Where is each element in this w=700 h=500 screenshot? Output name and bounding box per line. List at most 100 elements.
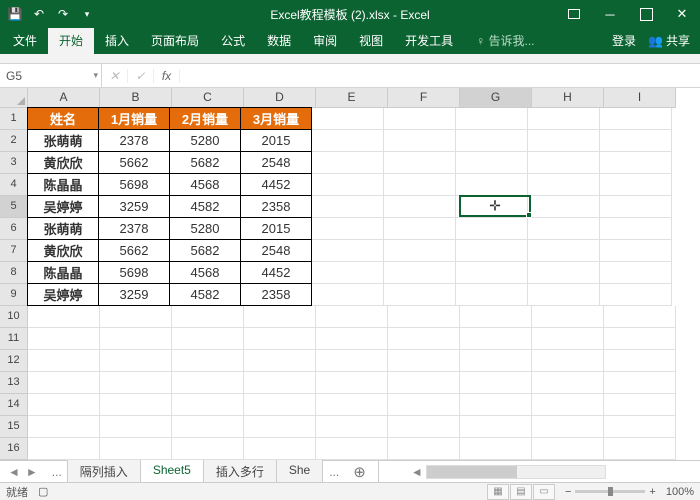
tab-视图[interactable]: 视图: [348, 27, 394, 54]
cell-E1[interactable]: [312, 108, 384, 130]
cell-C14[interactable]: [172, 394, 244, 416]
cell-G1[interactable]: [456, 108, 528, 130]
cell-C16[interactable]: [172, 438, 244, 460]
column-header-E[interactable]: E: [316, 88, 388, 108]
column-header-G[interactable]: G: [460, 88, 532, 108]
tab-公式[interactable]: 公式: [210, 27, 256, 54]
cell-H15[interactable]: [532, 416, 604, 438]
sheet-tab-插入多行[interactable]: 插入多行: [203, 460, 277, 484]
cells-area[interactable]: 姓名1月销量2月销量3月销量张萌萌237852802015黄欣欣56625682…: [28, 108, 676, 468]
cell-E4[interactable]: [312, 174, 384, 196]
cell-A14[interactable]: [28, 394, 100, 416]
cell-C2[interactable]: 5280: [169, 129, 241, 152]
cell-D10[interactable]: [244, 306, 316, 328]
cell-B12[interactable]: [100, 350, 172, 372]
tell-me-input[interactable]: ♀ 告诉我...: [472, 27, 538, 54]
cell-H16[interactable]: [532, 438, 604, 460]
row-header-11[interactable]: 11: [0, 328, 28, 350]
cell-D13[interactable]: [244, 372, 316, 394]
cell-G9[interactable]: [456, 284, 528, 306]
cell-A7[interactable]: 黄欣欣: [27, 239, 99, 262]
cell-B5[interactable]: 3259: [98, 195, 170, 218]
row-header-5[interactable]: 5: [0, 196, 28, 218]
cell-H14[interactable]: [532, 394, 604, 416]
cell-B14[interactable]: [100, 394, 172, 416]
cell-A12[interactable]: [28, 350, 100, 372]
select-all-corner[interactable]: [0, 88, 28, 108]
cell-A5[interactable]: 吴婷婷: [27, 195, 99, 218]
cell-G6[interactable]: [456, 218, 528, 240]
cell-C6[interactable]: 5280: [169, 217, 241, 240]
cell-E13[interactable]: [316, 372, 388, 394]
cell-F10[interactable]: [388, 306, 460, 328]
cell-D15[interactable]: [244, 416, 316, 438]
cell-G2[interactable]: [456, 130, 528, 152]
cell-C5[interactable]: 4582: [169, 195, 241, 218]
hscroll-left-icon[interactable]: ◄: [408, 465, 426, 479]
cell-D4[interactable]: 4452: [240, 173, 312, 196]
cell-C1[interactable]: 2月销量: [169, 107, 241, 130]
cell-F8[interactable]: [384, 262, 456, 284]
column-header-H[interactable]: H: [532, 88, 604, 108]
new-sheet-button[interactable]: ⊕: [345, 463, 374, 481]
cell-G14[interactable]: [460, 394, 532, 416]
cell-F5[interactable]: [384, 196, 456, 218]
cell-A6[interactable]: 张萌萌: [27, 217, 99, 240]
row-header-7[interactable]: 7: [0, 240, 28, 262]
view-normal-button[interactable]: ▦: [487, 484, 509, 500]
cell-H4[interactable]: [528, 174, 600, 196]
hscroll-thumb[interactable]: [427, 466, 517, 478]
cell-I15[interactable]: [604, 416, 676, 438]
cell-E2[interactable]: [312, 130, 384, 152]
view-pagelayout-button[interactable]: ▤: [510, 484, 532, 500]
cell-B2[interactable]: 2378: [98, 129, 170, 152]
cell-I11[interactable]: [604, 328, 676, 350]
tab-file[interactable]: 文件: [2, 27, 48, 54]
column-header-D[interactable]: D: [244, 88, 316, 108]
cell-F9[interactable]: [384, 284, 456, 306]
cell-H13[interactable]: [532, 372, 604, 394]
row-header-2[interactable]: 2: [0, 130, 28, 152]
hscroll-track[interactable]: [426, 465, 606, 479]
cell-E16[interactable]: [316, 438, 388, 460]
cell-C3[interactable]: 5682: [169, 151, 241, 174]
cell-E5[interactable]: [312, 196, 384, 218]
cell-E8[interactable]: [312, 262, 384, 284]
column-header-A[interactable]: A: [28, 88, 100, 108]
cell-B13[interactable]: [100, 372, 172, 394]
cell-A4[interactable]: 陈晶晶: [27, 173, 99, 196]
cell-C7[interactable]: 5682: [169, 239, 241, 262]
qat-dropdown-icon[interactable]: ▾: [76, 3, 98, 25]
row-header-15[interactable]: 15: [0, 416, 28, 438]
cell-F11[interactable]: [388, 328, 460, 350]
sheet-nav-prev-icon[interactable]: ◄: [6, 465, 22, 479]
cell-D3[interactable]: 2548: [240, 151, 312, 174]
tab-插入[interactable]: 插入: [94, 27, 140, 54]
minimize-button[interactable]: ─: [592, 0, 628, 28]
cell-C10[interactable]: [172, 306, 244, 328]
row-header-3[interactable]: 3: [0, 152, 28, 174]
cell-F7[interactable]: [384, 240, 456, 262]
row-header-14[interactable]: 14: [0, 394, 28, 416]
sheet-overflow-right[interactable]: ...: [323, 465, 345, 479]
name-box[interactable]: G5 ▾: [0, 64, 102, 87]
zoom-in-button[interactable]: +: [649, 486, 655, 498]
column-header-B[interactable]: B: [100, 88, 172, 108]
cell-E9[interactable]: [312, 284, 384, 306]
cell-I1[interactable]: [600, 108, 672, 130]
cell-G3[interactable]: [456, 152, 528, 174]
cell-H1[interactable]: [528, 108, 600, 130]
cell-F4[interactable]: [384, 174, 456, 196]
cell-D16[interactable]: [244, 438, 316, 460]
cell-I5[interactable]: [600, 196, 672, 218]
row-header-4[interactable]: 4: [0, 174, 28, 196]
cell-A8[interactable]: 陈晶晶: [27, 261, 99, 284]
cell-I6[interactable]: [600, 218, 672, 240]
redo-icon[interactable]: ↷: [52, 3, 74, 25]
cell-H8[interactable]: [528, 262, 600, 284]
cell-E12[interactable]: [316, 350, 388, 372]
save-icon[interactable]: 💾: [4, 3, 26, 25]
macro-record-icon[interactable]: ▢: [38, 485, 48, 498]
row-header-9[interactable]: 9: [0, 284, 28, 306]
tab-开始[interactable]: 开始: [48, 27, 94, 54]
